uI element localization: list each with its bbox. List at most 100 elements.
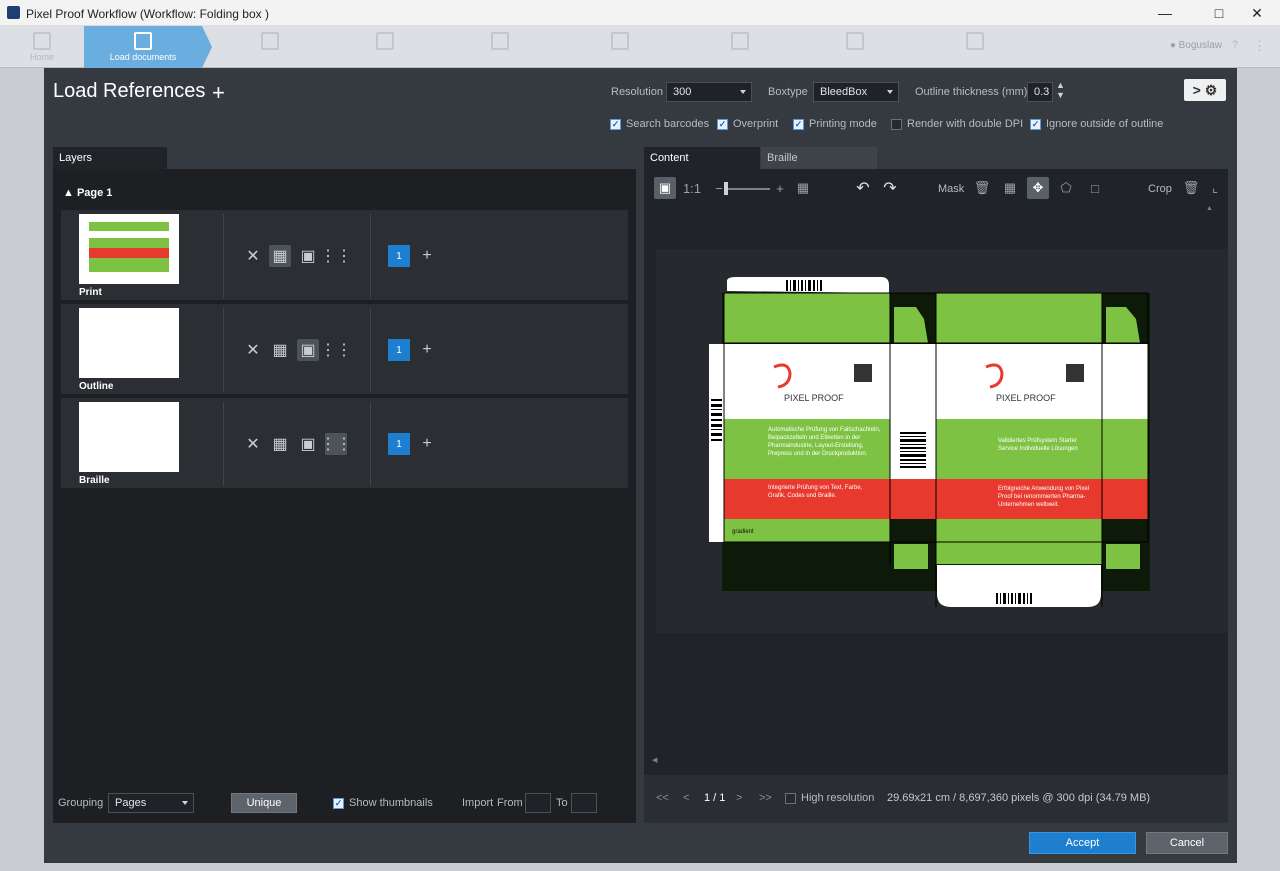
- move-icon[interactable]: ✥: [1027, 177, 1049, 199]
- from-input[interactable]: [525, 793, 551, 813]
- tab-braille[interactable]: Braille: [761, 147, 877, 169]
- layer-row-outline[interactable]: Outline ✕ ▦ ▣ ⋮⋮ 1 +: [61, 304, 628, 396]
- divider: [223, 402, 224, 486]
- preview-canvas[interactable]: PIXEL PROOF PIXEL PROOF Automatische Prü…: [656, 249, 1228, 633]
- step-8-icon: [846, 32, 864, 50]
- outline-thickness-input[interactable]: 0.3: [1027, 82, 1053, 102]
- more-icon[interactable]: ⋮: [1253, 38, 1266, 54]
- next-page-icon[interactable]: >: [736, 792, 742, 804]
- delete-mask-icon[interactable]: 🗑: [971, 177, 993, 199]
- outline-thickness-value: 0.3: [1034, 86, 1050, 98]
- add-page-icon[interactable]: +: [416, 245, 438, 267]
- tab-layers[interactable]: Layers: [53, 147, 167, 169]
- text-block-de-1: Automatische Prüfung von Faltschachteln,…: [768, 427, 881, 457]
- mask-rect-icon[interactable]: ▦: [999, 177, 1021, 199]
- text-block-right-1-wrap: Validiertes Prüfsystem Starter Service I…: [998, 438, 1078, 452]
- help-button[interactable]: ?: [1232, 39, 1238, 51]
- step-8: [815, 26, 895, 68]
- printing-mode-label: Printing mode: [809, 118, 877, 130]
- remove-icon[interactable]: ✕: [242, 433, 264, 455]
- remove-icon[interactable]: ✕: [242, 339, 264, 361]
- outline-spinner[interactable]: ▲ ▼: [1056, 80, 1065, 100]
- unique-button[interactable]: Unique: [231, 793, 297, 813]
- ignore-outline-label: Ignore outside of outline: [1046, 118, 1164, 130]
- artwork-svg: PIXEL PROOF PIXEL PROOF Automatische Prü…: [709, 277, 1150, 607]
- spine-flap-bottom: [894, 544, 928, 569]
- step-load-documents[interactable]: Load documents: [84, 26, 202, 68]
- step-4: [345, 26, 425, 68]
- page-header[interactable]: ▲ Page 1: [63, 187, 112, 199]
- vertical-scrollbar[interactable]: ▲: [1206, 205, 1214, 765]
- actual-size-icon[interactable]: 1:1: [681, 177, 703, 199]
- braille-thumbnail: [79, 402, 179, 472]
- rotate-left-icon[interactable]: ↶: [852, 177, 874, 199]
- step-9: [935, 26, 1015, 68]
- to-input[interactable]: [571, 793, 597, 813]
- qr-code-left: [854, 364, 872, 382]
- prev-page-icon[interactable]: <: [683, 792, 689, 804]
- text-block-right-1: Validiertes Prüfsystem Starter Service I…: [998, 438, 1078, 452]
- resolution-label: Resolution: [611, 86, 663, 98]
- delete-crop-icon[interactable]: 🗑: [1180, 177, 1202, 199]
- thumb-band: [89, 258, 169, 272]
- accept-button[interactable]: Accept: [1029, 832, 1136, 854]
- page-label: Page 1: [76, 187, 113, 199]
- zoom-slider-handle[interactable]: [724, 182, 728, 195]
- text-block-de-2: Integrierte Prüfung von Text, Farbe, Gra…: [768, 485, 863, 499]
- add-page-icon[interactable]: +: [416, 339, 438, 361]
- search-barcodes-checkbox[interactable]: ✓ Search barcodes: [610, 118, 709, 130]
- page-count-badge[interactable]: 1: [388, 433, 410, 455]
- boxtype-label: Boxtype: [768, 86, 808, 98]
- grouping-select[interactable]: Pages: [108, 793, 194, 813]
- content-layer-icon[interactable]: ▦: [269, 433, 291, 455]
- braille-layer-icon[interactable]: ⋮⋮: [320, 245, 352, 267]
- add-page-icon[interactable]: +: [416, 433, 438, 455]
- close-button[interactable]: ✕: [1234, 0, 1280, 26]
- braille-layer-icon[interactable]: ⋮⋮: [320, 339, 352, 361]
- polygon-icon[interactable]: ⬠: [1055, 177, 1077, 199]
- page-count-badge[interactable]: 1: [388, 339, 410, 361]
- text-block-de-1-wrap: Automatische Prüfung von Faltschachteln,…: [768, 427, 881, 457]
- horizontal-scrollbar[interactable]: ◀: [652, 756, 657, 764]
- last-page-icon[interactable]: >>: [759, 792, 772, 804]
- add-reference-button[interactable]: +: [212, 80, 225, 106]
- divider: [370, 214, 371, 298]
- resolution-select[interactable]: 300: [666, 82, 752, 102]
- double-dpi-checkbox[interactable]: Render with double DPI: [891, 118, 1023, 130]
- show-thumbnails-checkbox[interactable]: ✓ Show thumbnails: [333, 797, 433, 809]
- tab-content[interactable]: Content: [644, 147, 760, 169]
- layer-row-braille[interactable]: Braille ✕ ▦ ▣ ⋮⋮ 1 +: [61, 398, 628, 490]
- remove-icon[interactable]: ✕: [242, 245, 264, 267]
- fit-page-icon[interactable]: ▣: [654, 177, 676, 199]
- page-count-badge[interactable]: 1: [388, 245, 410, 267]
- cancel-button[interactable]: Cancel: [1146, 832, 1228, 854]
- zoom-slider[interactable]: [728, 188, 770, 190]
- rotate-right-icon[interactable]: ↷: [879, 177, 901, 199]
- rectangle-icon[interactable]: □: [1084, 177, 1106, 199]
- settings-button[interactable]: > ⚙: [1184, 79, 1226, 101]
- ignore-outline-checkbox[interactable]: ✓ Ignore outside of outline: [1030, 118, 1163, 130]
- zoom-selection-icon[interactable]: ▦: [792, 177, 814, 199]
- minimize-button[interactable]: —: [1142, 0, 1188, 26]
- layer-name: Print: [79, 287, 102, 298]
- step-home[interactable]: Home: [0, 26, 84, 68]
- layer-row-print[interactable]: Print ✕ ▦ ▣ ⋮⋮ 1 +: [61, 210, 628, 302]
- step-7-icon: [731, 32, 749, 50]
- overprint-checkbox[interactable]: ✓ Overprint: [717, 118, 778, 130]
- front-green-top: [936, 293, 1102, 343]
- step-3-icon: [261, 32, 279, 50]
- outline-layer-icon[interactable]: ▣: [297, 339, 319, 361]
- content-layer-icon[interactable]: ▦: [269, 245, 291, 267]
- from-label: From: [497, 797, 523, 809]
- outline-layer-icon[interactable]: ▣: [297, 433, 319, 455]
- zoom-in-icon[interactable]: +: [769, 177, 791, 199]
- braille-layer-icon[interactable]: ⋮⋮: [320, 433, 352, 455]
- outline-layer-icon[interactable]: ▣: [297, 245, 319, 267]
- high-resolution-checkbox[interactable]: High resolution: [785, 792, 874, 804]
- boxtype-select[interactable]: BleedBox: [813, 82, 899, 102]
- user-menu[interactable]: ● Boguslaw: [1170, 40, 1222, 51]
- printing-mode-checkbox[interactable]: ✓ Printing mode: [793, 118, 877, 130]
- content-layer-icon[interactable]: ▦: [269, 339, 291, 361]
- crop-icon[interactable]: ⌞: [1204, 177, 1226, 199]
- first-page-icon[interactable]: <<: [656, 792, 669, 804]
